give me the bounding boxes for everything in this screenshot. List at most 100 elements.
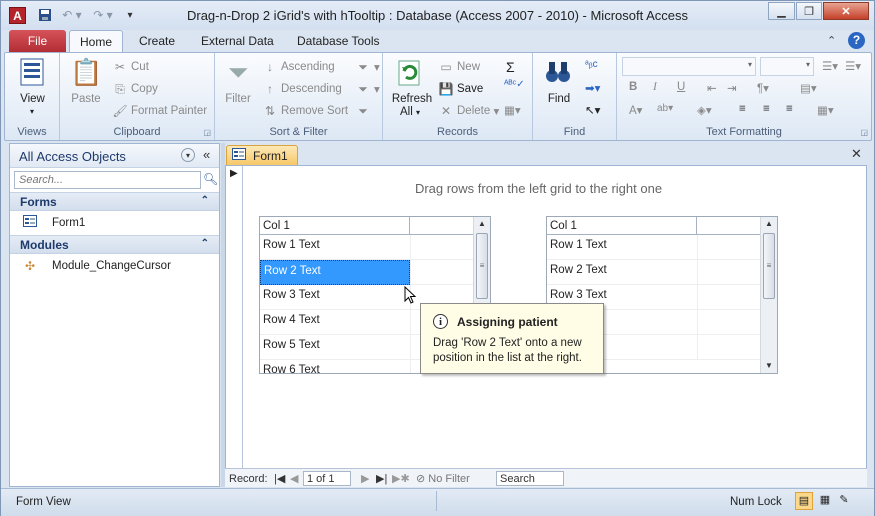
nav-pane-header[interactable]: All Access Objects ▾ «: [10, 144, 219, 168]
left-grid-row[interactable]: Row 4 Text: [260, 310, 410, 335]
filter-status-button[interactable]: ⊘ No Filter: [416, 471, 470, 486]
nav-section-modules[interactable]: Modules ⌃: [10, 235, 219, 254]
right-grid-col2-header[interactable]: [697, 217, 761, 235]
left-grid-row-selected[interactable]: Row 2 Text: [260, 260, 410, 285]
delete-record-button[interactable]: ✕ Delete ▾: [438, 103, 499, 119]
underline-button[interactable]: U: [677, 81, 685, 93]
nav-menu-dropdown-icon[interactable]: ▾: [181, 148, 195, 162]
select-icon[interactable]: ↖▾: [585, 103, 600, 117]
paragraph-direction-icon[interactable]: ¶▾: [757, 81, 769, 95]
align-center-icon[interactable]: ≡: [763, 103, 770, 115]
left-grid-scroll-thumb[interactable]: ≡: [476, 233, 488, 299]
right-grid-cell[interactable]: [697, 285, 761, 310]
close-button[interactable]: ✕: [823, 2, 869, 20]
refresh-all-sublabel[interactable]: All ▾: [400, 106, 420, 118]
text-formatting-launcher-icon[interactable]: ◲: [860, 128, 868, 137]
tab-database-tools[interactable]: Database Tools: [287, 30, 390, 53]
minimize-ribbon-icon[interactable]: ⌃: [827, 34, 836, 47]
collapse-forms-icon[interactable]: ⌃: [201, 195, 209, 206]
spelling-icon[interactable]: ᴬᴮᶜ✓: [504, 79, 525, 90]
left-grid-col1-header[interactable]: Col 1: [260, 217, 410, 235]
cut-button[interactable]: ✂ Cut: [112, 59, 149, 75]
descending-button[interactable]: ↑ Descending: [262, 81, 342, 97]
previous-record-icon[interactable]: ◀: [290, 471, 298, 486]
current-record-input[interactable]: 1 of 1: [303, 471, 351, 486]
scroll-up-icon[interactable]: ▲: [761, 217, 777, 231]
left-grid-cell[interactable]: [410, 260, 474, 285]
next-record-icon[interactable]: ▶: [361, 471, 369, 486]
refresh-all-button[interactable]: Refresh: [387, 93, 437, 105]
nav-item-form1[interactable]: Form1: [22, 215, 85, 231]
new-blank-record-icon[interactable]: ▶✱: [392, 471, 410, 486]
save-record-button[interactable]: 💾 Save: [438, 81, 484, 97]
remove-sort-button[interactable]: ⇅ Remove Sort: [262, 103, 348, 119]
nav-item-module-changecursor[interactable]: ✣ Module_ChangeCursor: [22, 258, 171, 274]
ascending-button[interactable]: ↓ Ascending: [262, 59, 335, 75]
tab-external-data[interactable]: External Data: [191, 30, 284, 53]
last-record-icon[interactable]: ▶|: [376, 471, 387, 486]
right-grid-cell[interactable]: [697, 335, 761, 360]
more-records-icon[interactable]: ▦▾: [504, 103, 521, 117]
bold-button[interactable]: B: [629, 81, 637, 93]
bullets-icon[interactable]: ☰▾: [822, 59, 838, 73]
record-selector[interactable]: ▶: [226, 166, 243, 469]
layout-view-icon[interactable]: ▦: [816, 492, 834, 510]
right-grid-cell[interactable]: [697, 310, 761, 335]
restore-button[interactable]: ❐: [796, 2, 822, 20]
filter-button[interactable]: Filter: [221, 93, 255, 105]
gridlines-icon[interactable]: ▤▾: [800, 81, 817, 95]
align-left-icon[interactable]: ≡: [739, 103, 746, 115]
design-view-icon[interactable]: ✎: [835, 492, 853, 510]
copy-button[interactable]: ⎘ Copy: [112, 81, 158, 97]
find-button[interactable]: Find: [539, 93, 579, 105]
left-grid-row[interactable]: Row 6 Text: [260, 360, 410, 373]
right-grid-row[interactable]: Row 2 Text: [547, 260, 697, 285]
highlight-color-icon[interactable]: ab▾: [657, 103, 673, 114]
font-color-icon[interactable]: A▾: [629, 103, 642, 117]
help-icon[interactable]: ?: [848, 32, 865, 49]
right-grid-scroll-thumb[interactable]: ≡: [763, 233, 775, 299]
italic-button[interactable]: I: [653, 81, 657, 93]
close-document-icon[interactable]: ✕: [851, 146, 862, 162]
nav-section-forms[interactable]: Forms ⌃: [10, 192, 219, 211]
tab-file[interactable]: File: [9, 30, 66, 53]
tab-home[interactable]: Home: [69, 30, 124, 53]
selection-filter-button[interactable]: ⏷ ▾: [355, 59, 380, 75]
toggle-filter-button[interactable]: ⏷: [355, 103, 374, 119]
view-dropdown-icon[interactable]: ▾: [30, 107, 34, 116]
background-color-icon[interactable]: ◈▾: [697, 103, 712, 117]
left-grid-col2-header[interactable]: [410, 217, 474, 235]
record-search-input[interactable]: Search: [496, 471, 564, 486]
scroll-down-icon[interactable]: ▼: [761, 359, 777, 373]
doc-tab-form1[interactable]: Form1: [226, 145, 298, 165]
numbering-icon[interactable]: ☰▾: [845, 59, 861, 73]
minimize-button[interactable]: ▁: [768, 2, 795, 20]
font-name-combobox[interactable]: ▾: [622, 57, 756, 76]
totals-icon[interactable]: Σ: [506, 59, 515, 75]
right-grid-row[interactable]: Row 1 Text: [547, 235, 697, 260]
right-grid-col1-header[interactable]: Col 1: [547, 217, 697, 235]
left-grid-row[interactable]: Row 5 Text: [260, 335, 410, 360]
advanced-filter-button[interactable]: ⏷ ▾: [355, 81, 380, 97]
right-grid-cell[interactable]: [697, 235, 761, 260]
right-grid-scrollbar[interactable]: ▲ ≡ ▼: [760, 217, 777, 373]
new-record-button[interactable]: ▭ New: [438, 59, 480, 75]
form-view-icon[interactable]: ▤: [795, 492, 813, 510]
collapse-modules-icon[interactable]: ⌃: [201, 238, 209, 249]
paste-button[interactable]: Paste: [68, 93, 104, 105]
left-grid-row[interactable]: Row 3 Text: [260, 285, 410, 310]
left-grid-row[interactable]: Row 1 Text: [260, 235, 410, 260]
align-right-icon[interactable]: ≡: [786, 103, 793, 115]
go-to-icon[interactable]: ➡▾: [585, 81, 600, 95]
clipboard-launcher-icon[interactable]: ◲: [203, 128, 211, 137]
decrease-indent-icon[interactable]: ⇤: [707, 81, 717, 95]
font-size-combobox[interactable]: ▾: [760, 57, 814, 76]
left-grid-cell[interactable]: [410, 235, 474, 260]
tab-create[interactable]: Create: [129, 30, 185, 53]
replace-icon[interactable]: ᵃᵦc: [585, 59, 598, 70]
nav-search-input[interactable]: [14, 171, 201, 189]
alternate-row-color-icon[interactable]: ▦▾: [817, 103, 834, 117]
scroll-up-icon[interactable]: ▲: [474, 217, 490, 231]
increase-indent-icon[interactable]: ⇥: [727, 81, 737, 95]
view-button[interactable]: View: [5, 93, 60, 105]
